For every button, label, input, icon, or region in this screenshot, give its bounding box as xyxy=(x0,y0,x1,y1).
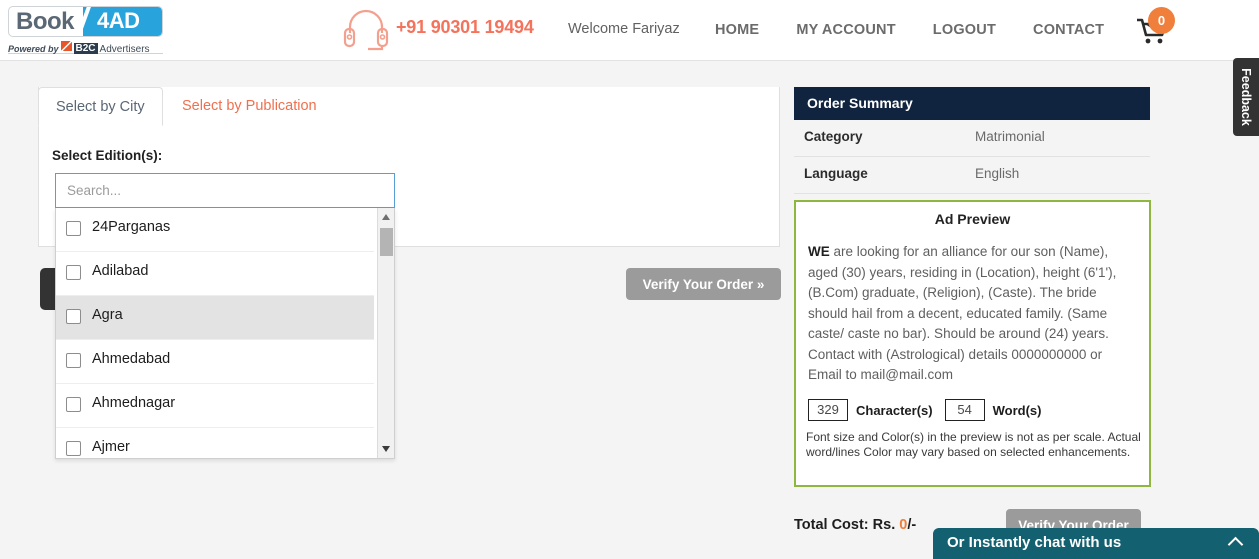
character-count-value: 329 xyxy=(808,399,848,421)
list-item-label: 24Parganas xyxy=(92,219,171,235)
order-row-value: Matrimonial xyxy=(975,129,1045,144)
checkbox-icon[interactable] xyxy=(66,397,81,412)
logo-tagline: Powered by B2C Advertisers xyxy=(8,39,163,55)
list-item[interactable]: Adilabad xyxy=(56,252,374,296)
ad-preview-lead: WE xyxy=(808,244,830,259)
list-item[interactable]: Ahmednagar xyxy=(56,384,374,428)
list-item-label: Ahmedabad xyxy=(92,351,171,367)
headset-icon xyxy=(342,7,390,52)
checkbox-icon[interactable] xyxy=(66,309,81,324)
list-item-label: Ahmednagar xyxy=(92,395,176,411)
b2c-flag-icon xyxy=(60,41,72,51)
chevron-up-icon[interactable] xyxy=(1227,536,1244,553)
site-header: Book 4AD Powered by B2C Advertisers +91 90… xyxy=(0,0,1259,61)
tab-select-by-publication[interactable]: Select by Publication xyxy=(165,87,334,125)
checkbox-icon[interactable] xyxy=(66,441,81,456)
cart-item-count-badge: 0 xyxy=(1148,7,1175,34)
logo-book-text: Book xyxy=(16,8,75,35)
list-item[interactable]: Ajmer xyxy=(56,428,374,458)
chat-widget-bar[interactable]: Or Instantly chat with us xyxy=(933,528,1259,559)
logo-powered-by-text: Powered by xyxy=(8,44,59,54)
nav-item-contact[interactable]: CONTACT xyxy=(1033,22,1104,38)
ad-counters: 329 Character(s) 54 Word(s) xyxy=(808,399,1053,421)
table-row: Category Matrimonial xyxy=(794,120,1150,157)
logo-4ad-text: 4AD xyxy=(83,7,162,36)
tab-select-by-city[interactable]: Select by City xyxy=(38,87,163,126)
edition-search-input[interactable] xyxy=(56,174,394,207)
order-row-value: English xyxy=(975,166,1020,181)
order-summary-title: Order Summary xyxy=(794,87,1150,120)
welcome-message: Welcome Fariyaz xyxy=(568,21,680,37)
selection-mode-tabs: Select by City Select by Publication xyxy=(38,87,780,126)
feedback-tab[interactable]: Feedback xyxy=(1233,58,1259,136)
ad-preview-box: Ad Preview WE are looking for an allianc… xyxy=(794,200,1151,487)
order-summary-rows: Category Matrimonial Language English xyxy=(794,120,1150,194)
checkbox-icon[interactable] xyxy=(66,353,81,368)
logo-b2c-text: B2C xyxy=(73,43,98,54)
page-root: Book 4AD Powered by B2C Advertisers +91 90… xyxy=(0,0,1259,559)
list-item-label: Ajmer xyxy=(92,439,130,455)
checkbox-icon[interactable] xyxy=(66,265,81,280)
character-count-label: Character(s) xyxy=(856,402,933,418)
total-cost-suffix: /- xyxy=(907,517,917,533)
scrollbar-thumb[interactable] xyxy=(380,228,393,256)
ad-preview-title: Ad Preview xyxy=(934,211,1011,227)
table-row: Language English xyxy=(794,157,1150,194)
list-item[interactable]: Ahmedabad xyxy=(56,340,374,384)
total-cost: Total Cost: Rs. 0/- xyxy=(794,517,916,533)
nav-item-my-account[interactable]: MY ACCOUNT xyxy=(796,22,895,38)
list-item-label: Adilabad xyxy=(92,263,149,279)
scroll-up-arrow-icon[interactable] xyxy=(382,214,390,220)
edition-dropdown: 24Parganas Adilabad Agra Ahmedabad Ahmed… xyxy=(55,208,395,459)
word-count-value: 54 xyxy=(944,399,985,421)
scroll-down-arrow-icon[interactable] xyxy=(382,446,390,452)
list-item[interactable]: 24Parganas xyxy=(56,208,374,252)
verify-order-button-top[interactable]: Verify Your Order » xyxy=(626,268,781,300)
main-navigation: HOME MY ACCOUNT LOGOUT CONTACT xyxy=(715,21,1104,41)
logo-primary: Book 4AD xyxy=(8,6,163,37)
order-row-key: Category xyxy=(804,129,863,144)
total-cost-label: Total Cost: Rs. xyxy=(794,517,900,533)
site-logo[interactable]: Book 4AD Powered by B2C Advertisers xyxy=(8,6,163,55)
order-row-key: Language xyxy=(804,166,868,181)
nav-item-home[interactable]: HOME xyxy=(715,22,759,38)
word-count-label: Word(s) xyxy=(992,402,1042,418)
ad-preview-disclaimer: Font size and Color(s) in the preview is… xyxy=(806,430,1141,459)
ad-preview-body: are looking for an alliance for our son … xyxy=(808,244,1117,382)
nav-item-logout[interactable]: LOGOUT xyxy=(933,22,996,38)
feedback-tab-label: Feedback xyxy=(1239,68,1253,126)
logo-advertisers-text: Advertisers xyxy=(99,44,150,55)
chat-widget-label: Or Instantly chat with us xyxy=(947,534,1122,551)
checkbox-icon[interactable] xyxy=(66,221,81,236)
list-item[interactable]: Agra xyxy=(56,296,374,340)
contact-phone-number[interactable]: +91 90301 19494 xyxy=(396,17,534,38)
edition-list: 24Parganas Adilabad Agra Ahmedabad Ahmed… xyxy=(56,208,374,458)
edition-search-box[interactable] xyxy=(55,173,395,208)
ad-preview-text: WE are looking for an alliance for our s… xyxy=(808,242,1138,386)
select-edition-label: Select Edition(s): xyxy=(52,148,163,163)
edition-list-scrollbar[interactable] xyxy=(377,208,394,458)
list-item-label: Agra xyxy=(92,307,123,323)
